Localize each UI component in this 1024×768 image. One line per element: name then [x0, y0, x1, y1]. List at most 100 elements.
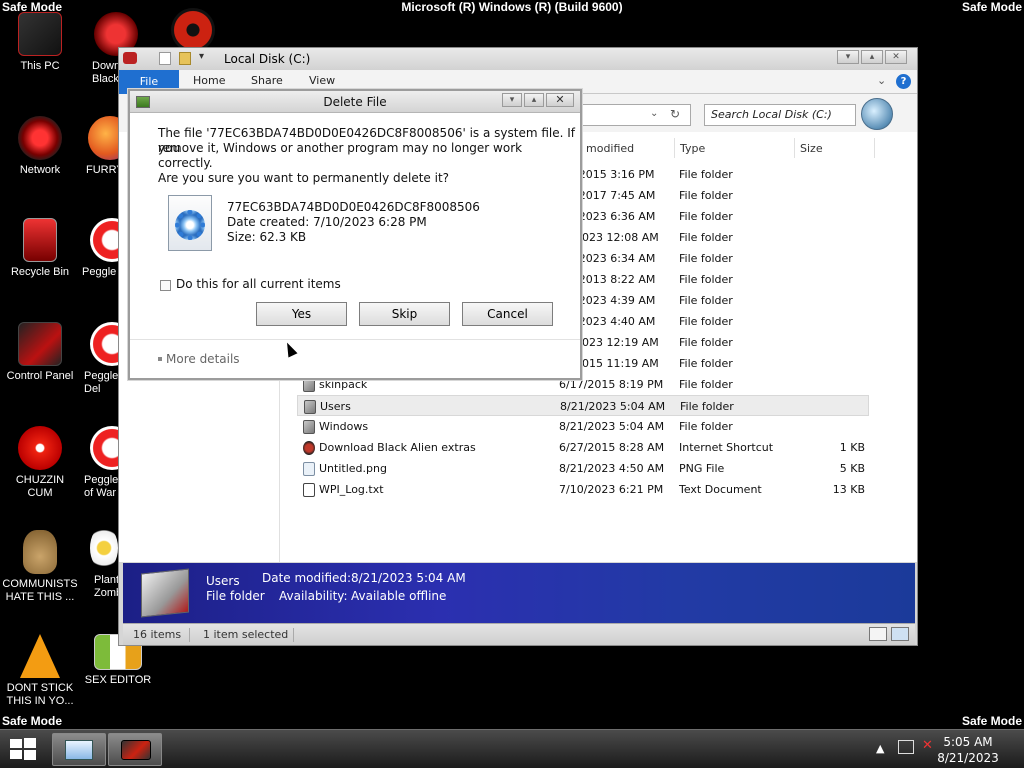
explorer-titlebar[interactable]: ▾ Local Disk (C:) ▾ ▴ ✕ [119, 48, 917, 70]
apply-to-all-checkbox[interactable] [160, 280, 171, 291]
flower-icon [90, 526, 118, 570]
safe-mode-label-bottom-left: Safe Mode [2, 714, 63, 728]
large-icons-view-icon[interactable] [891, 627, 909, 641]
file-row[interactable]: WPI_Log.txt 7/10/2023 6:21 PM Text Documen… [297, 479, 869, 500]
folder-thumbnail [141, 568, 189, 618]
txt-icon [303, 483, 315, 497]
desktop-icon-control-panel[interactable]: Control Panel [0, 322, 80, 383]
selection-count: 1 item selected [203, 628, 289, 641]
dialog-titlebar[interactable]: Delete File ▾ ▴ ✕ [130, 91, 580, 113]
quick-access-dropdown-icon[interactable]: ▾ [199, 51, 204, 62]
file-name: Users [320, 400, 351, 413]
chuzzle-icon [18, 426, 62, 470]
file-type: File folder [679, 189, 733, 202]
desktop-icon-label: Recycle Bin [10, 266, 70, 278]
shortcut-icon [303, 441, 315, 455]
money-bag-icon [23, 530, 57, 574]
minimize-button[interactable]: ▾ [837, 50, 859, 64]
file-row[interactable]: Download Black Alien extras 6/27/2015 8:2… [297, 437, 869, 458]
control-panel-icon [18, 322, 62, 366]
start-button[interactable] [8, 736, 40, 764]
desktop-icon-chuzzin[interactable]: CHUZZIN CUM [0, 426, 80, 500]
ribbon-expand-icon[interactable]: ⌄ [877, 74, 886, 87]
tab-view[interactable]: View [309, 74, 335, 87]
file-size: Size: 62.3 KB [227, 230, 307, 244]
status-divider [189, 628, 190, 642]
column-divider[interactable] [874, 138, 875, 158]
item-count: 16 items [133, 628, 182, 641]
folder-icon [304, 400, 316, 414]
network-status-icon[interactable] [898, 740, 914, 754]
file-date: 2023 12:08 AM [575, 231, 659, 244]
tray-overflow-icon[interactable]: ▲ [876, 742, 884, 755]
tab-share[interactable]: Share [251, 74, 283, 87]
file-type: File folder [679, 357, 733, 370]
radiation-icon [171, 8, 215, 52]
search-icon[interactable] [861, 98, 893, 130]
taskbar-task-manager[interactable] [52, 733, 106, 766]
file-type: File folder [679, 294, 733, 307]
file-row[interactable]: Windows 8/21/2023 5:04 AM File folder [297, 416, 869, 437]
cancel-button[interactable]: Cancel [462, 302, 553, 326]
taskbar-explorer[interactable] [108, 733, 162, 766]
clock[interactable]: 5:05 AM 8/21/2023 [928, 734, 1008, 766]
gear-icon [175, 210, 205, 240]
more-details-link[interactable]: More details [166, 352, 240, 366]
desktop-icon-vlc[interactable]: DONT STICK THIS IN YO... [0, 634, 80, 708]
desktop-icon-communists[interactable]: COMMUNISTS HATE THIS ... [0, 530, 80, 604]
clock-time: 5:05 AM [943, 735, 993, 749]
performance-monitor-icon [65, 740, 93, 760]
desktop-icon-network[interactable]: Network [0, 116, 80, 177]
address-dropdown-icon[interactable]: ⌄ [650, 108, 658, 119]
file-row[interactable]: Untitled.png 8/21/2023 4:50 AM PNG File 5 K… [297, 458, 869, 479]
system-file-icon [168, 195, 212, 251]
file-name: WPI_Log.txt [319, 483, 384, 496]
file-date: 2023 12:19 AM [575, 336, 659, 349]
refresh-icon[interactable]: ↻ [670, 107, 680, 121]
png-icon [303, 462, 315, 476]
file-type: PNG File [679, 462, 725, 475]
file-row[interactable]: Users 8/21/2023 5:04 AM File folder [297, 395, 869, 416]
column-header-size[interactable]: Size [800, 142, 823, 155]
address-bar[interactable]: ⌄ ↻ [579, 104, 691, 126]
file-date: 2015 11:19 AM [575, 357, 659, 370]
tab-home[interactable]: Home [193, 74, 225, 87]
taskbar: ▲ ✕ 5:05 AM 8/21/2023 [0, 729, 1024, 768]
network-icon [18, 116, 62, 160]
dialog-footer: More details [130, 339, 580, 378]
close-button[interactable]: ✕ [885, 50, 907, 64]
file-name: 77EC63BDA74BD0D0E0426DC8F8008506 [227, 200, 480, 214]
desktop: Safe Mode Safe Mode Microsoft (R) Window… [0, 0, 1024, 768]
details-name: Users [206, 574, 240, 588]
column-header-date[interactable]: modified [586, 142, 634, 155]
column-divider[interactable] [794, 138, 795, 158]
maximize-button[interactable]: ▴ [861, 50, 883, 64]
desktop-icon-label: Control Panel [6, 370, 74, 382]
column-divider[interactable] [674, 138, 675, 158]
file-type: File folder [679, 231, 733, 244]
file-name: Download Black Alien extras [319, 441, 476, 454]
desktop-icon-recycle-bin[interactable]: Recycle Bin [0, 218, 80, 279]
desktop-icon-label: This PC [20, 60, 60, 72]
skip-button[interactable]: Skip [359, 302, 450, 326]
file-date: /2023 4:39 AM [575, 294, 656, 307]
file-size: 5 KB [839, 462, 865, 475]
file-date: /2017 7:45 AM [575, 189, 656, 202]
help-icon[interactable]: ? [896, 74, 911, 89]
dialog-maximize-button[interactable]: ▴ [524, 93, 544, 107]
column-header-type[interactable]: Type [680, 142, 705, 155]
dialog-close-button[interactable]: ✕ [546, 93, 574, 107]
yes-button[interactable]: Yes [256, 302, 347, 326]
search-input[interactable]: Search Local Disk (C:) [704, 104, 856, 126]
desktop-icon-this-pc[interactable]: This PC [0, 12, 80, 73]
new-folder-icon[interactable] [179, 52, 191, 65]
properties-icon[interactable] [159, 52, 171, 65]
file-date: 7/10/2023 6:21 PM [559, 483, 664, 496]
this-pc-icon [18, 12, 62, 56]
details-view-icon[interactable] [869, 627, 887, 641]
file-name: Windows [319, 420, 369, 433]
dialog-minimize-button[interactable]: ▾ [502, 93, 522, 107]
warning-message-line-2: remove it, Windows or another program ma… [158, 141, 523, 170]
apply-to-all-label[interactable]: Do this for all current items [176, 277, 341, 292]
dialog-window-controls: ▾ ▴ ✕ [502, 93, 574, 107]
